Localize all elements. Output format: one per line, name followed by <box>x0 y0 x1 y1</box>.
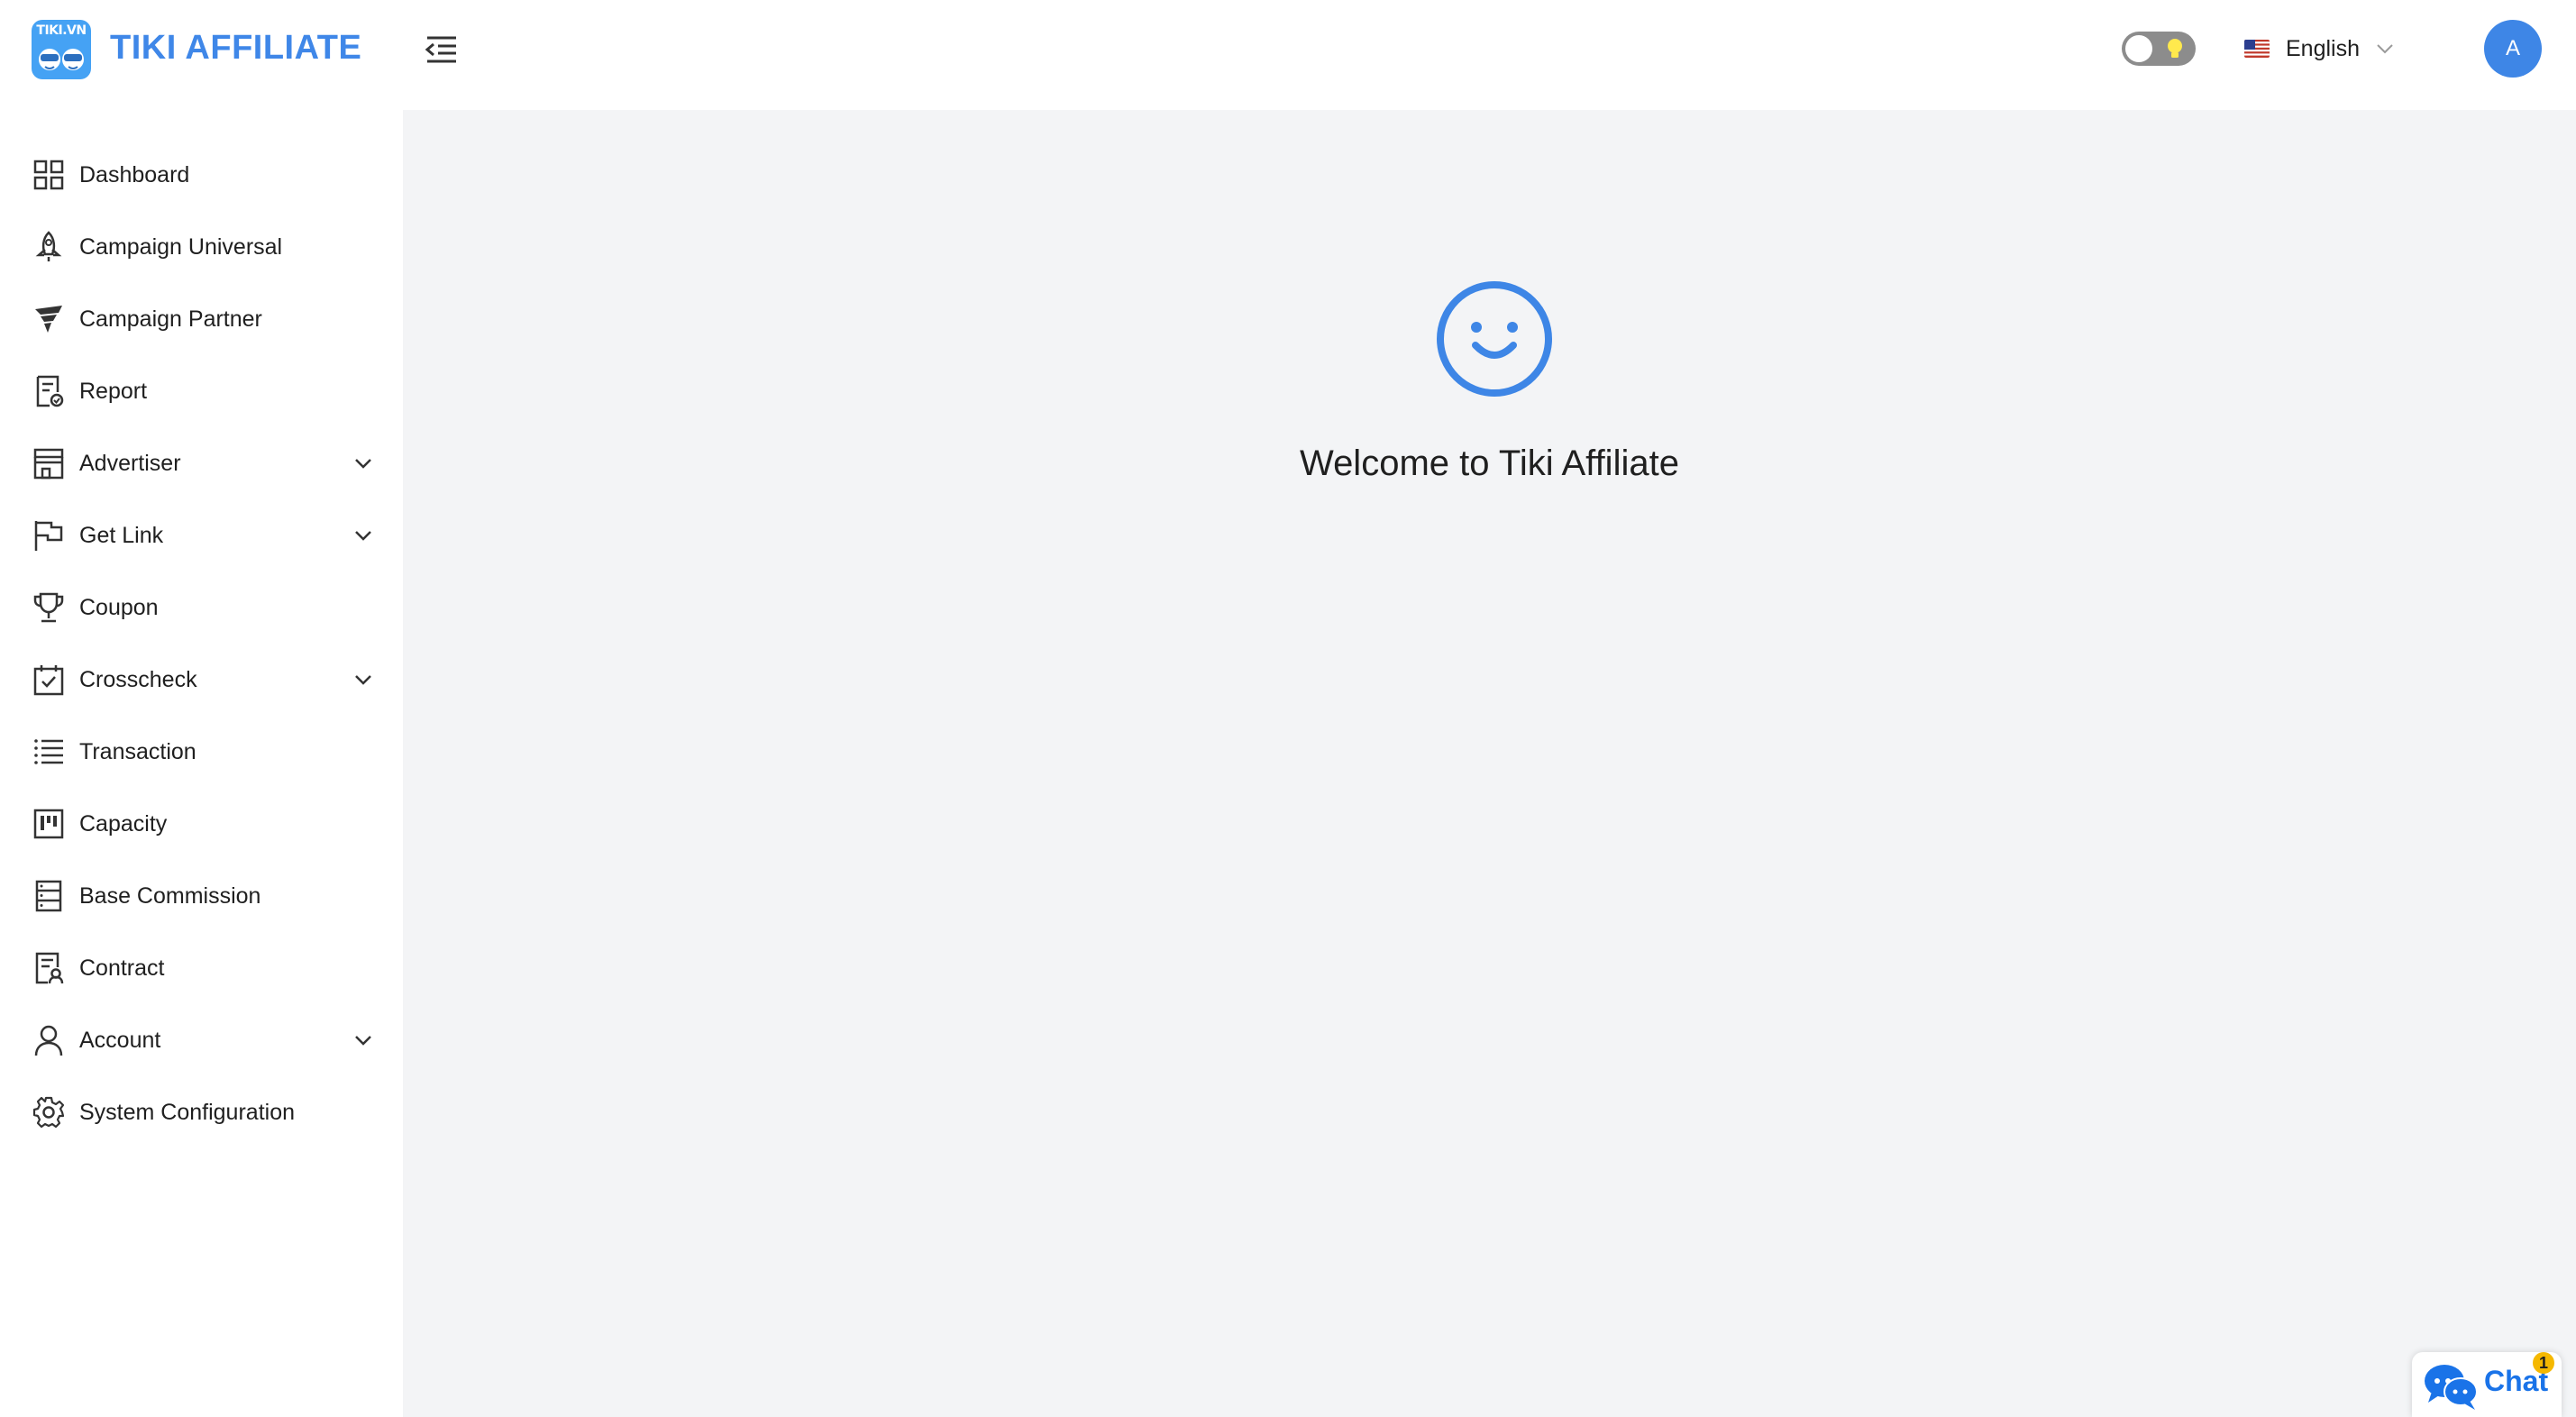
rocket-icon <box>35 231 62 261</box>
sidebar-item-transaction[interactable]: Transaction <box>0 716 403 788</box>
sidebar-item-label: Transaction <box>79 739 196 764</box>
chat-badge: 1 <box>2533 1352 2554 1374</box>
user-icon <box>34 1025 63 1056</box>
trophy-icon <box>33 592 64 623</box>
sidebar-item-report[interactable]: Report <box>0 355 403 427</box>
sidebar-item-label: Campaign Universal <box>79 234 283 260</box>
smile-icon <box>1437 281 1552 397</box>
chevron-down-icon <box>355 1036 371 1046</box>
logo-mascot-icon <box>39 49 84 70</box>
us-flag-icon <box>2244 40 2270 58</box>
sidebar-item-label: Account <box>79 1028 161 1053</box>
gear-icon <box>32 1096 65 1129</box>
sidebar-item-campaign-partner[interactable]: Campaign Partner <box>0 283 403 355</box>
sidebar-item-capacity[interactable]: Capacity <box>0 788 403 860</box>
welcome-message: Welcome to Tiki Affiliate <box>1300 443 1679 483</box>
lightbulb-icon <box>2168 39 2182 58</box>
sidebar-item-coupon[interactable]: Coupon <box>0 571 403 644</box>
main-content: Welcome to Tiki Affiliate <box>403 110 2576 1417</box>
chat-bubbles-icon <box>2425 1365 2478 1410</box>
language-selector[interactable]: English <box>2244 27 2394 70</box>
database-icon <box>35 880 62 912</box>
avatar[interactable]: A <box>2484 20 2542 78</box>
sidebar-item-dashboard[interactable]: Dashboard <box>0 139 403 211</box>
dashboard-icon <box>33 160 64 190</box>
brand-title: TIKI AFFILIATE <box>110 29 362 67</box>
chevron-down-icon <box>2377 44 2393 54</box>
top-header: TIKI.VN TIKI AFFILIATE English A <box>0 0 2576 110</box>
wing-icon <box>35 306 62 333</box>
theme-toggle[interactable] <box>2122 32 2196 66</box>
sidebar-item-label: Advertiser <box>79 451 181 476</box>
sidebar-item-advertiser[interactable]: Advertiser <box>0 427 403 499</box>
project-icon <box>33 809 64 839</box>
report-icon <box>36 375 64 407</box>
sidebar-item-label: Campaign Partner <box>79 306 262 332</box>
sidebar-item-label: Dashboard <box>79 162 190 187</box>
sidebar-item-label: System Configuration <box>79 1100 296 1125</box>
shop-icon <box>33 448 64 480</box>
language-label: English <box>2286 35 2360 61</box>
chat-button[interactable]: Chat 1 <box>2412 1352 2562 1417</box>
chevron-down-icon <box>355 675 371 685</box>
sidebar-item-label: Coupon <box>79 595 159 620</box>
sidebar-item-system-configuration[interactable]: System Configuration <box>0 1076 403 1148</box>
sidebar-item-label: Report <box>79 379 148 404</box>
sidebar-item-label: Contract <box>79 955 165 981</box>
menu-fold-icon[interactable] <box>424 34 460 65</box>
flag-icon <box>34 521 63 551</box>
toggle-knob <box>2125 35 2152 62</box>
sidebar-item-crosscheck[interactable]: Crosscheck <box>0 644 403 716</box>
sidebar-item-label: Crosscheck <box>79 667 197 692</box>
calendar-check-icon <box>33 665 64 696</box>
contract-icon <box>35 952 64 984</box>
chevron-down-icon <box>355 531 371 541</box>
sidebar-item-campaign-universal[interactable]: Campaign Universal <box>0 211 403 283</box>
list-icon <box>34 739 63 764</box>
sidebar-item-base-commission[interactable]: Base Commission <box>0 860 403 932</box>
sidebar-item-label: Base Commission <box>79 883 261 909</box>
chevron-down-icon <box>355 459 371 469</box>
sidebar-item-contract[interactable]: Contract <box>0 932 403 1004</box>
tiki-logo[interactable]: TIKI.VN <box>32 20 91 79</box>
sidebar-item-label: Get Link <box>79 523 164 548</box>
sidebar-item-account[interactable]: Account <box>0 1004 403 1076</box>
sidebar: Dashboard Campaign Universal Campaign Pa… <box>0 110 403 1417</box>
sidebar-item-get-link[interactable]: Get Link <box>0 499 403 571</box>
sidebar-item-label: Capacity <box>79 811 168 836</box>
